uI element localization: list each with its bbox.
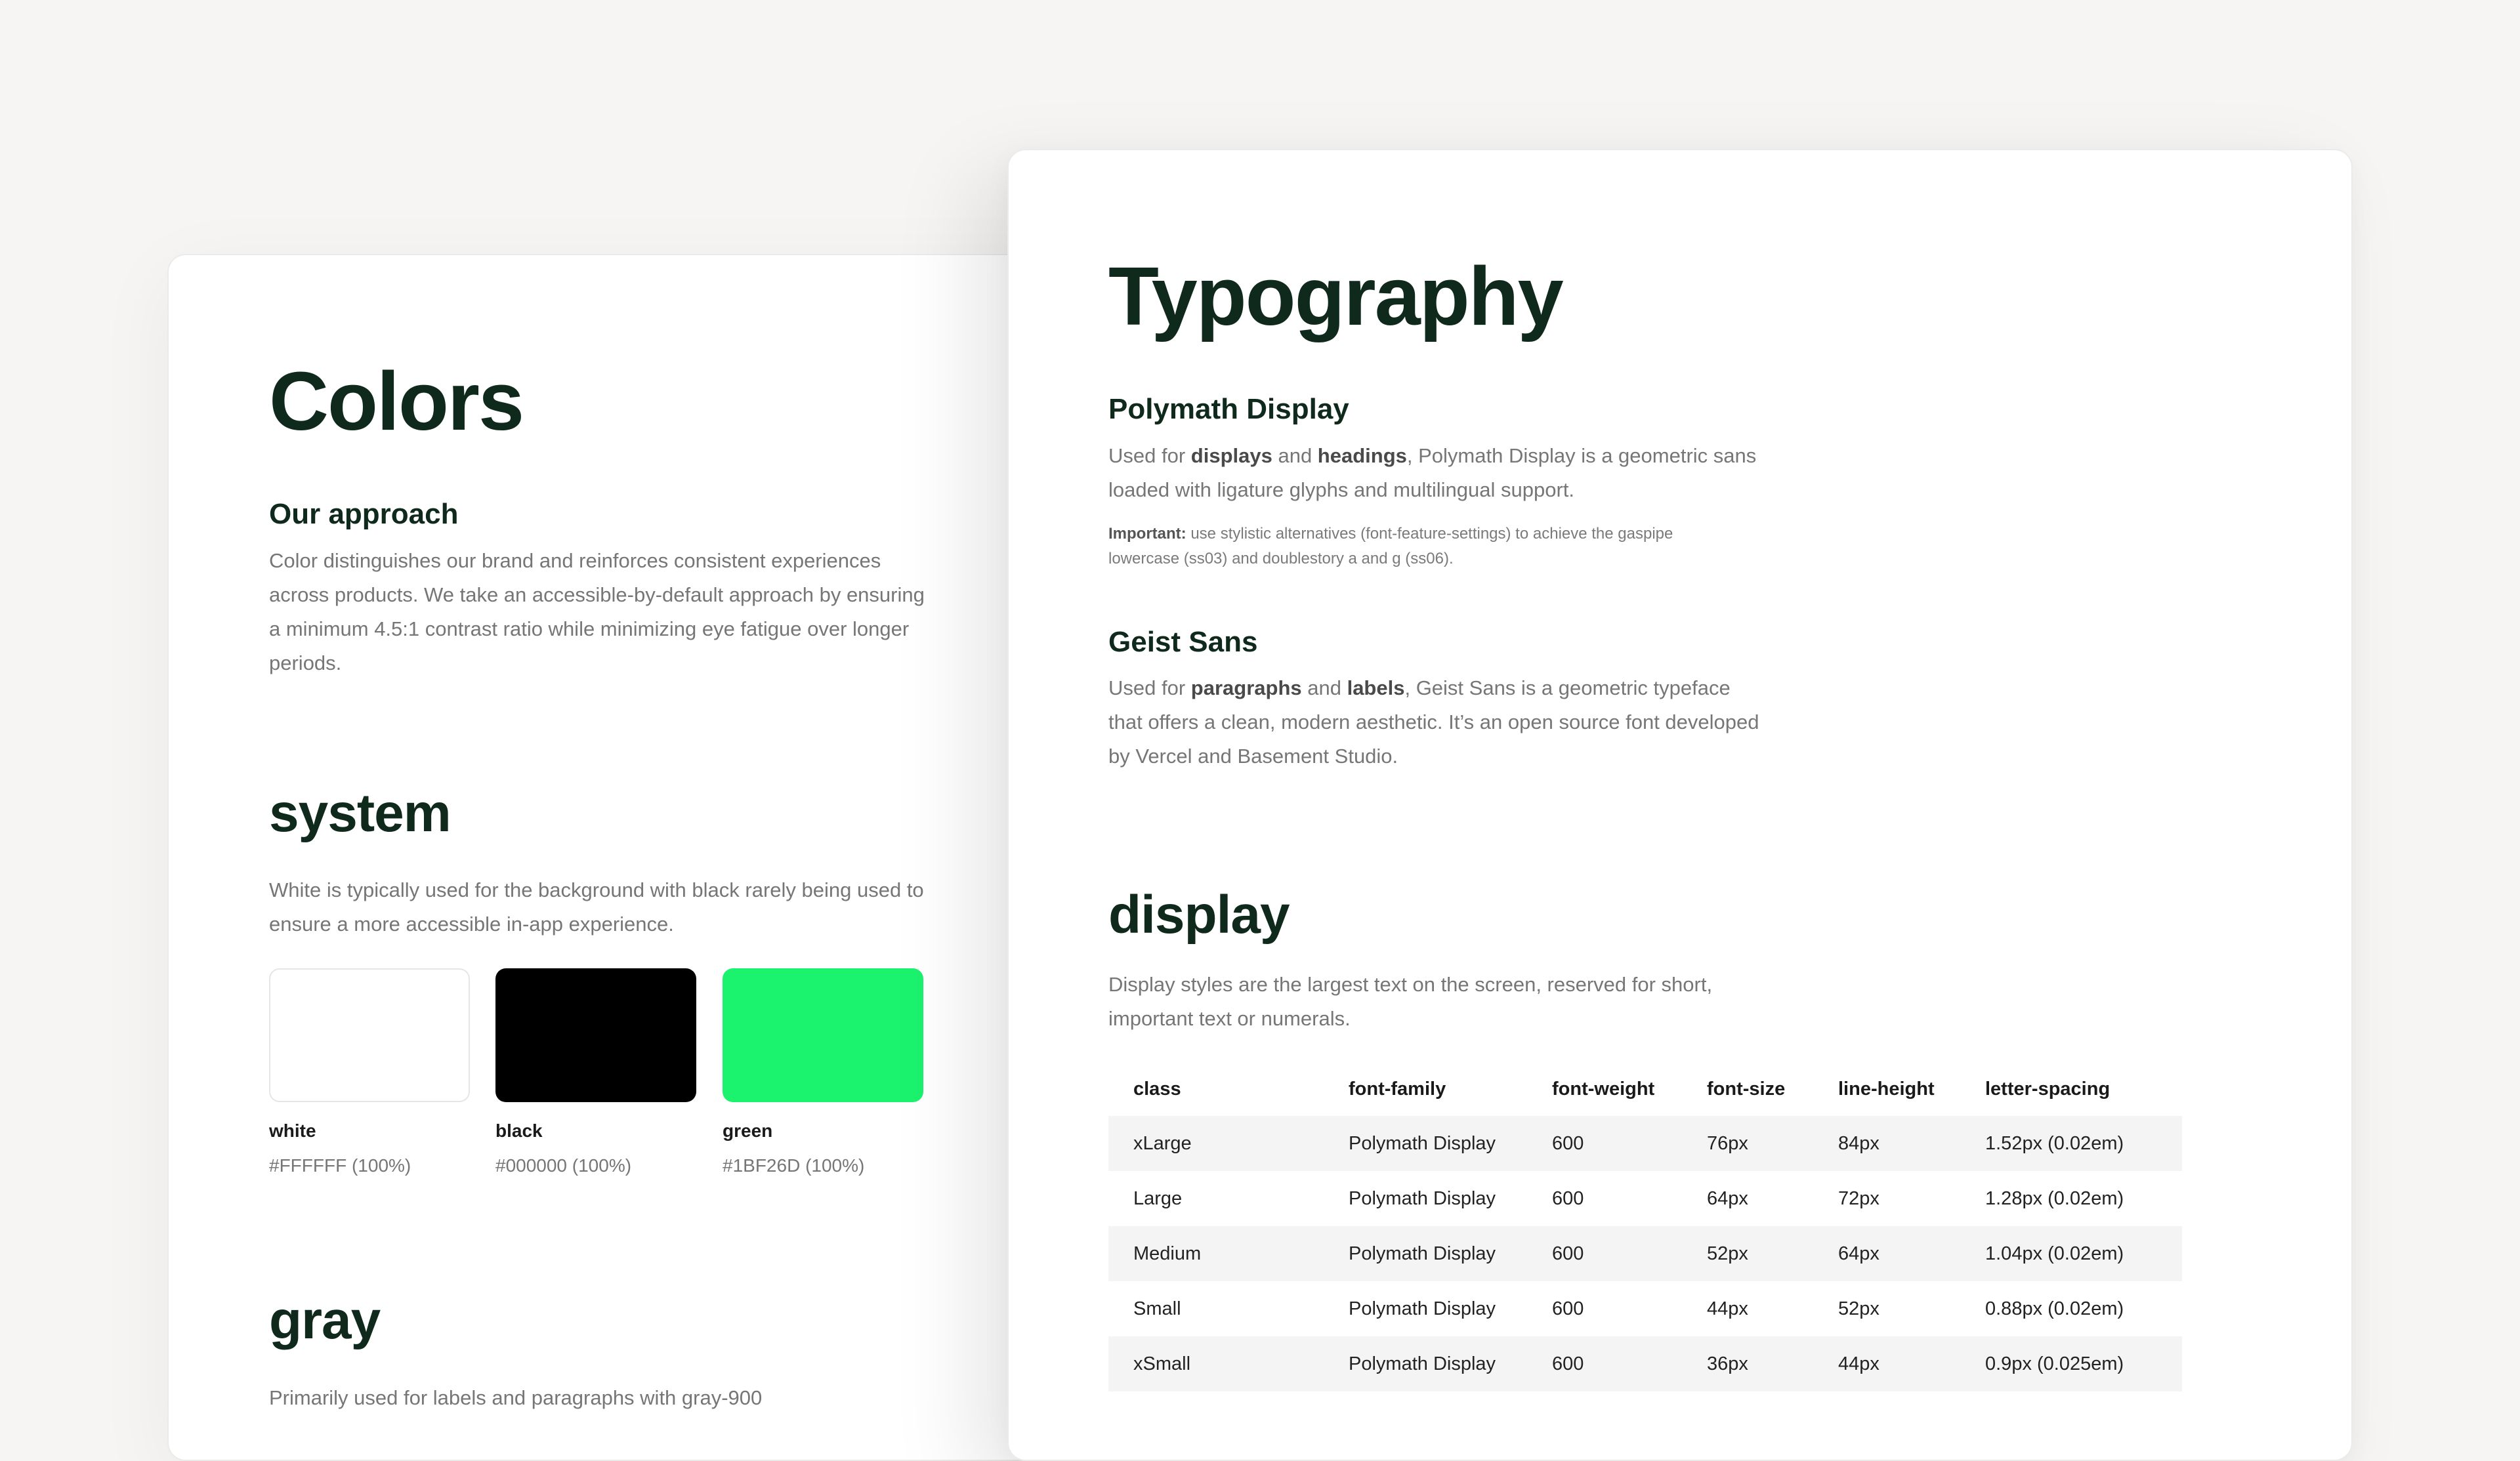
table-cell: 1.04px (0.02em) xyxy=(1985,1226,2182,1281)
table-cell: 600 xyxy=(1552,1187,1584,1209)
table-row: xLarge Polymath Display 600 76px 84px 1.… xyxy=(1108,1116,2182,1171)
table-cell: xLarge xyxy=(1108,1116,1349,1171)
gray-text: Primarily used for labels and paragraphs… xyxy=(269,1386,763,1409)
table-cell: Polymath Display xyxy=(1349,1298,1496,1319)
table-cell: 72px xyxy=(1838,1187,1880,1209)
column-header: letter-spacing xyxy=(1985,1078,2110,1100)
approach-text: Color distinguishes our brand and reinfo… xyxy=(269,549,925,674)
swatch-hex: #000000 (100%) xyxy=(495,1155,632,1176)
typography-card: Typography Polymath Display Used for dis… xyxy=(1007,149,2353,1461)
table-cell: 44px xyxy=(1707,1298,1748,1319)
display-table: class font-family font-weight font-size … xyxy=(1108,1062,2182,1391)
table-cell: 600 xyxy=(1552,1336,1707,1391)
geist-text: Used for paragraphs and labels, Geist Sa… xyxy=(1108,676,1759,768)
table-cell: 64px xyxy=(1838,1226,1985,1281)
typography-title: Typography xyxy=(1108,250,1564,342)
approach-heading: Our approach xyxy=(269,498,459,530)
colors-title: Colors xyxy=(269,355,524,447)
table-cell: 1.28px (0.02em) xyxy=(1985,1187,2124,1209)
swatch-name: green xyxy=(723,1121,773,1141)
table-cell: xSmall xyxy=(1108,1336,1349,1391)
table-cell: 84px xyxy=(1838,1116,1985,1171)
system-heading: system xyxy=(269,783,452,843)
table-cell: Large xyxy=(1133,1187,1183,1209)
swatch-white[interactable] xyxy=(269,968,470,1102)
table-cell: 0.88px (0.02em) xyxy=(1985,1298,2124,1319)
table-row: Medium Polymath Display 600 52px 64px 1.… xyxy=(1108,1226,2182,1281)
swatch-name: white xyxy=(269,1121,316,1141)
table-cell: 600 xyxy=(1552,1226,1707,1281)
table-cell: 1.52px (0.02em) xyxy=(1985,1116,2182,1171)
swatch-black[interactable] xyxy=(495,968,696,1102)
swatch-hex: #1BF26D (100%) xyxy=(723,1155,865,1176)
table-row: Small Polymath Display 600 44px 52px 0.8… xyxy=(1108,1281,2182,1336)
table-row: xSmall Polymath Display 600 36px 44px 0.… xyxy=(1108,1336,2182,1391)
table-cell: 76px xyxy=(1707,1116,1838,1171)
table-cell: 64px xyxy=(1707,1187,1748,1209)
table-cell: 0.9px (0.025em) xyxy=(1985,1336,2182,1391)
table-cell: 52px xyxy=(1838,1298,1880,1319)
column-header: class xyxy=(1133,1078,1181,1100)
table-cell: 600 xyxy=(1552,1298,1584,1319)
swatch-name: black xyxy=(495,1121,543,1141)
table-header-row: class font-family font-weight font-size … xyxy=(1108,1062,2182,1116)
column-header: font-size xyxy=(1707,1078,1786,1100)
table-row: Large Polymath Display 600 64px 72px 1.2… xyxy=(1108,1171,2182,1226)
table-cell: Polymath Display xyxy=(1349,1187,1496,1209)
swatch-green[interactable] xyxy=(723,968,923,1102)
swatch-hex: #FFFFFF (100%) xyxy=(269,1155,411,1176)
table-cell: Medium xyxy=(1108,1226,1349,1281)
geist-heading: Geist Sans xyxy=(1108,626,1258,658)
polymath-note: Important: use stylistic alternatives (f… xyxy=(1108,525,1673,567)
table-cell: 600 xyxy=(1552,1116,1707,1171)
column-header: line-height xyxy=(1838,1078,1935,1100)
polymath-text: Used for displays and headings, Polymath… xyxy=(1108,444,1757,501)
table-cell: 52px xyxy=(1707,1226,1838,1281)
table-cell: Polymath Display xyxy=(1349,1116,1552,1171)
display-heading: display xyxy=(1108,885,1290,945)
table-cell: 44px xyxy=(1838,1336,1985,1391)
system-text: White is typically used for the backgrou… xyxy=(269,878,924,936)
table-cell: Polymath Display xyxy=(1349,1336,1552,1391)
column-header: font-family xyxy=(1349,1078,1446,1100)
table-cell: 36px xyxy=(1707,1336,1838,1391)
table-cell: Polymath Display xyxy=(1349,1226,1552,1281)
column-header: font-weight xyxy=(1552,1078,1655,1100)
polymath-heading: Polymath Display xyxy=(1108,393,1349,425)
table-cell: Small xyxy=(1133,1298,1181,1319)
gray-heading: gray xyxy=(269,1290,381,1350)
colors-card: Colors Our approach Color distinguishes … xyxy=(167,254,1086,1461)
display-text: Display styles are the largest text on t… xyxy=(1108,973,1713,1030)
